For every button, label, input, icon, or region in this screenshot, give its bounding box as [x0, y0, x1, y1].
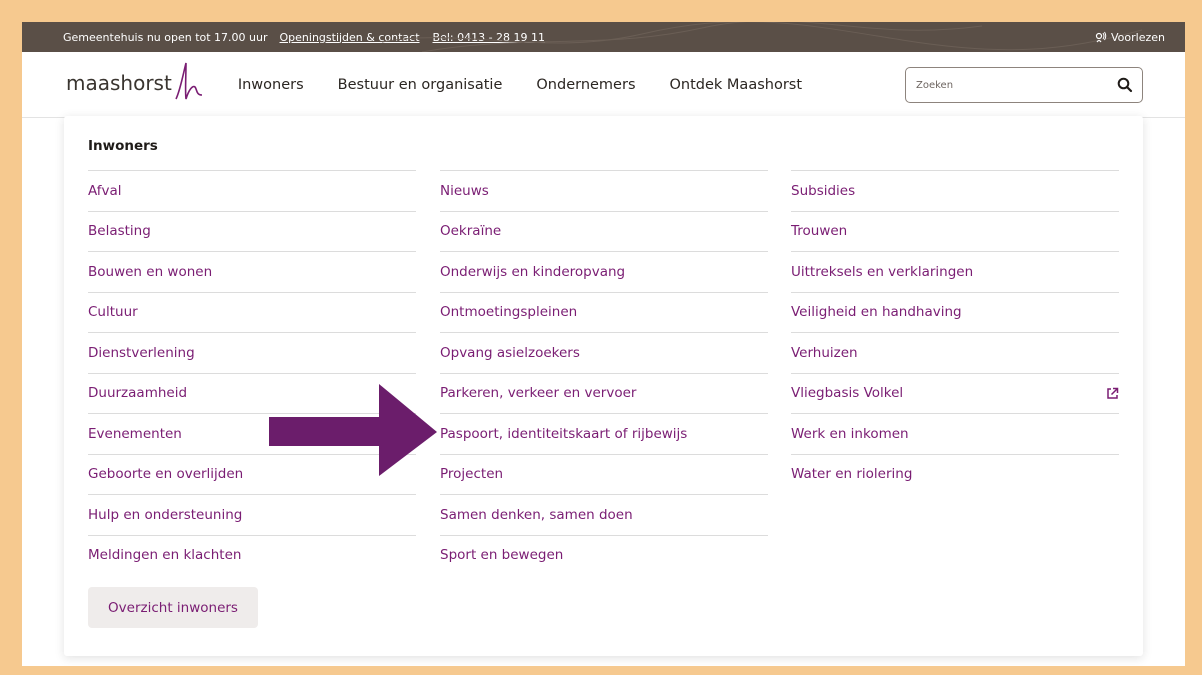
site-logo[interactable]: maashorst — [66, 61, 204, 105]
menu-item-verhuizen[interactable]: Verhuizen — [791, 332, 1119, 373]
menu-item-nieuws[interactable]: Nieuws — [440, 170, 768, 211]
menu-item-parkeren-verkeer-en-vervoer[interactable]: Parkeren, verkeer en vervoer — [440, 372, 768, 414]
menu-column-3: Subsidies Trouwen Uittreksels en verklar… — [791, 170, 1119, 494]
read-aloud-button[interactable]: Voorlezen — [1095, 22, 1165, 52]
nav-ondernemers[interactable]: Ondernemers — [536, 77, 635, 93]
menu-item-veiligheid-en-handhaving[interactable]: Veiligheid en handhaving — [791, 291, 1119, 333]
menu-item-oekraine[interactable]: Oekraïne — [440, 210, 768, 252]
menu-item-subsidies[interactable]: Subsidies — [791, 170, 1119, 211]
menu-column-2: Nieuws Oekraïne Onderwijs en kinderopvan… — [440, 170, 768, 575]
nav-ontdek[interactable]: Ontdek Maashorst — [670, 77, 803, 93]
menu-item-werk-en-inkomen[interactable]: Werk en inkomen — [791, 413, 1119, 454]
menu-item-vliegbasis-volkel[interactable]: Vliegbasis Volkel — [791, 372, 1119, 414]
overview-inwoners-button[interactable]: Overzicht inwoners — [88, 587, 258, 628]
highlight-arrow — [269, 384, 437, 476]
logo-mark-icon — [175, 62, 202, 99]
top-bar: Gemeentehuis nu open tot 17.00 uur Openi… — [22, 22, 1185, 52]
menu-item-opvang-asielzoekers[interactable]: Opvang asielzoekers — [440, 332, 768, 373]
search-box — [905, 67, 1143, 103]
menu-item-uittreksels-en-verklaringen[interactable]: Uittreksels en verklaringen — [791, 251, 1119, 292]
menu-item-afval[interactable]: Afval — [88, 170, 416, 211]
menu-item-ontmoetingspleinen[interactable]: Ontmoetingspleinen — [440, 291, 768, 333]
search-icon[interactable] — [1117, 77, 1133, 93]
menu-item-onderwijs-en-kinderopvang[interactable]: Onderwijs en kinderopvang — [440, 251, 768, 292]
menu-item-samen-denken-samen-doen[interactable]: Samen denken, samen doen — [440, 494, 768, 535]
browser-frame: Gemeentehuis nu open tot 17.00 uur Openi… — [22, 22, 1185, 666]
search-input[interactable] — [916, 79, 1106, 91]
menu-item-belasting[interactable]: Belasting — [88, 210, 416, 252]
site-header: maashorst Inwoners Bestuur en organisati… — [22, 52, 1185, 118]
menu-item-hulp-en-ondersteuning[interactable]: Hulp en ondersteuning — [88, 494, 416, 535]
menu-item-bouwen-en-wonen[interactable]: Bouwen en wonen — [88, 251, 416, 292]
main-nav: Inwoners Bestuur en organisatie Ondernem… — [238, 77, 836, 93]
external-link-icon — [1107, 387, 1119, 399]
menu-item-water-en-riolering[interactable]: Water en riolering — [791, 453, 1119, 495]
mega-menu-title: Inwoners — [88, 138, 158, 154]
mega-menu-inwoners: Inwoners Afval Belasting Bouwen en wonen… — [64, 116, 1143, 656]
menu-item-projecten[interactable]: Projecten — [440, 453, 768, 495]
menu-item-trouwen[interactable]: Trouwen — [791, 210, 1119, 252]
logo-text: maashorst — [66, 70, 172, 95]
nav-bestuur[interactable]: Bestuur en organisatie — [338, 77, 503, 93]
menu-item-sport-en-bewegen[interactable]: Sport en bewegen — [440, 534, 768, 576]
opening-status-text: Gemeentehuis nu open tot 17.00 uur — [63, 30, 268, 44]
nav-inwoners[interactable]: Inwoners — [238, 77, 304, 93]
menu-item-vliegbasis-volkel-label: Vliegbasis Volkel — [791, 385, 904, 402]
speaker-icon — [1095, 31, 1107, 43]
menu-column-1: Afval Belasting Bouwen en wonen Cultuur … — [88, 170, 416, 575]
read-aloud-label: Voorlezen — [1111, 30, 1165, 44]
menu-item-dienstverlening[interactable]: Dienstverlening — [88, 332, 416, 373]
topbar-pattern — [382, 22, 1142, 52]
menu-item-meldingen-en-klachten[interactable]: Meldingen en klachten — [88, 534, 416, 576]
menu-item-cultuur[interactable]: Cultuur — [88, 291, 416, 333]
menu-item-paspoort-identiteitskaart-rijbewijs[interactable]: Paspoort, identiteitskaart of rijbewijs — [440, 413, 768, 454]
